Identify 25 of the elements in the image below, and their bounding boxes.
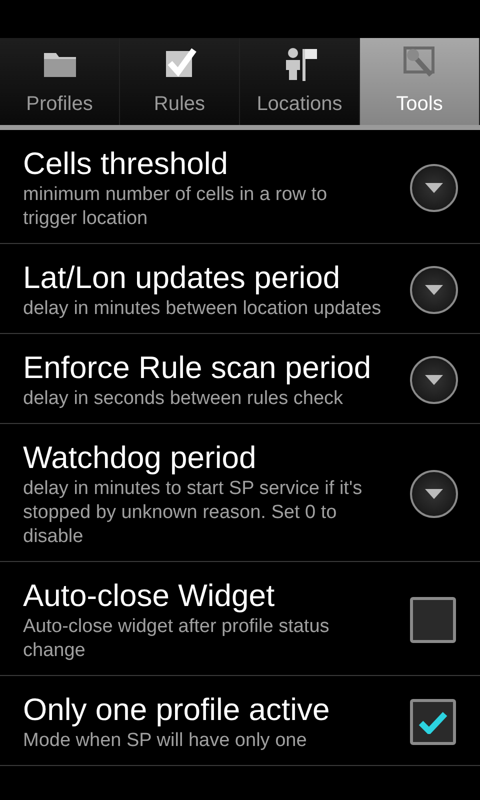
setting-title: Enforce Rule scan period bbox=[23, 349, 372, 387]
checkbox[interactable] bbox=[410, 597, 456, 643]
caret-icon bbox=[424, 284, 444, 296]
setting-summary: Mode when SP will have only one bbox=[23, 729, 308, 753]
setting-title: Lat/Lon updates period bbox=[23, 259, 342, 297]
setting-title: Cells threshold bbox=[23, 145, 230, 183]
tab[interactable]: Rules bbox=[120, 38, 240, 125]
checkmark-icon bbox=[418, 710, 448, 734]
dropdown-button[interactable] bbox=[410, 356, 458, 404]
caret-icon bbox=[424, 488, 444, 500]
setting-title: Only one profile active bbox=[23, 691, 331, 729]
setting-title: Watchdog period bbox=[23, 439, 258, 477]
checkbox[interactable] bbox=[410, 699, 456, 745]
setting-summary: delay in minutes between location updates bbox=[23, 297, 382, 321]
tab[interactable]: Profiles bbox=[0, 38, 120, 125]
dropdown-button[interactable] bbox=[410, 470, 458, 518]
caret-icon bbox=[424, 374, 444, 386]
setting-summary: delay in minutes to start SP service if it's stopped by unknown reason. Set 0 to disable bbox=[23, 477, 364, 549]
setting-summary: minimum number of cells in a row to trigger location bbox=[23, 183, 328, 231]
caret-icon bbox=[424, 182, 444, 194]
dropdown-button[interactable] bbox=[410, 164, 458, 212]
dropdown-button[interactable] bbox=[410, 266, 458, 314]
setting-title: Auto-close Widget bbox=[23, 577, 276, 615]
setting-summary: delay in seconds between rules check bbox=[23, 387, 344, 411]
setting-summary: Auto-close widget after profile status change bbox=[23, 615, 330, 663]
